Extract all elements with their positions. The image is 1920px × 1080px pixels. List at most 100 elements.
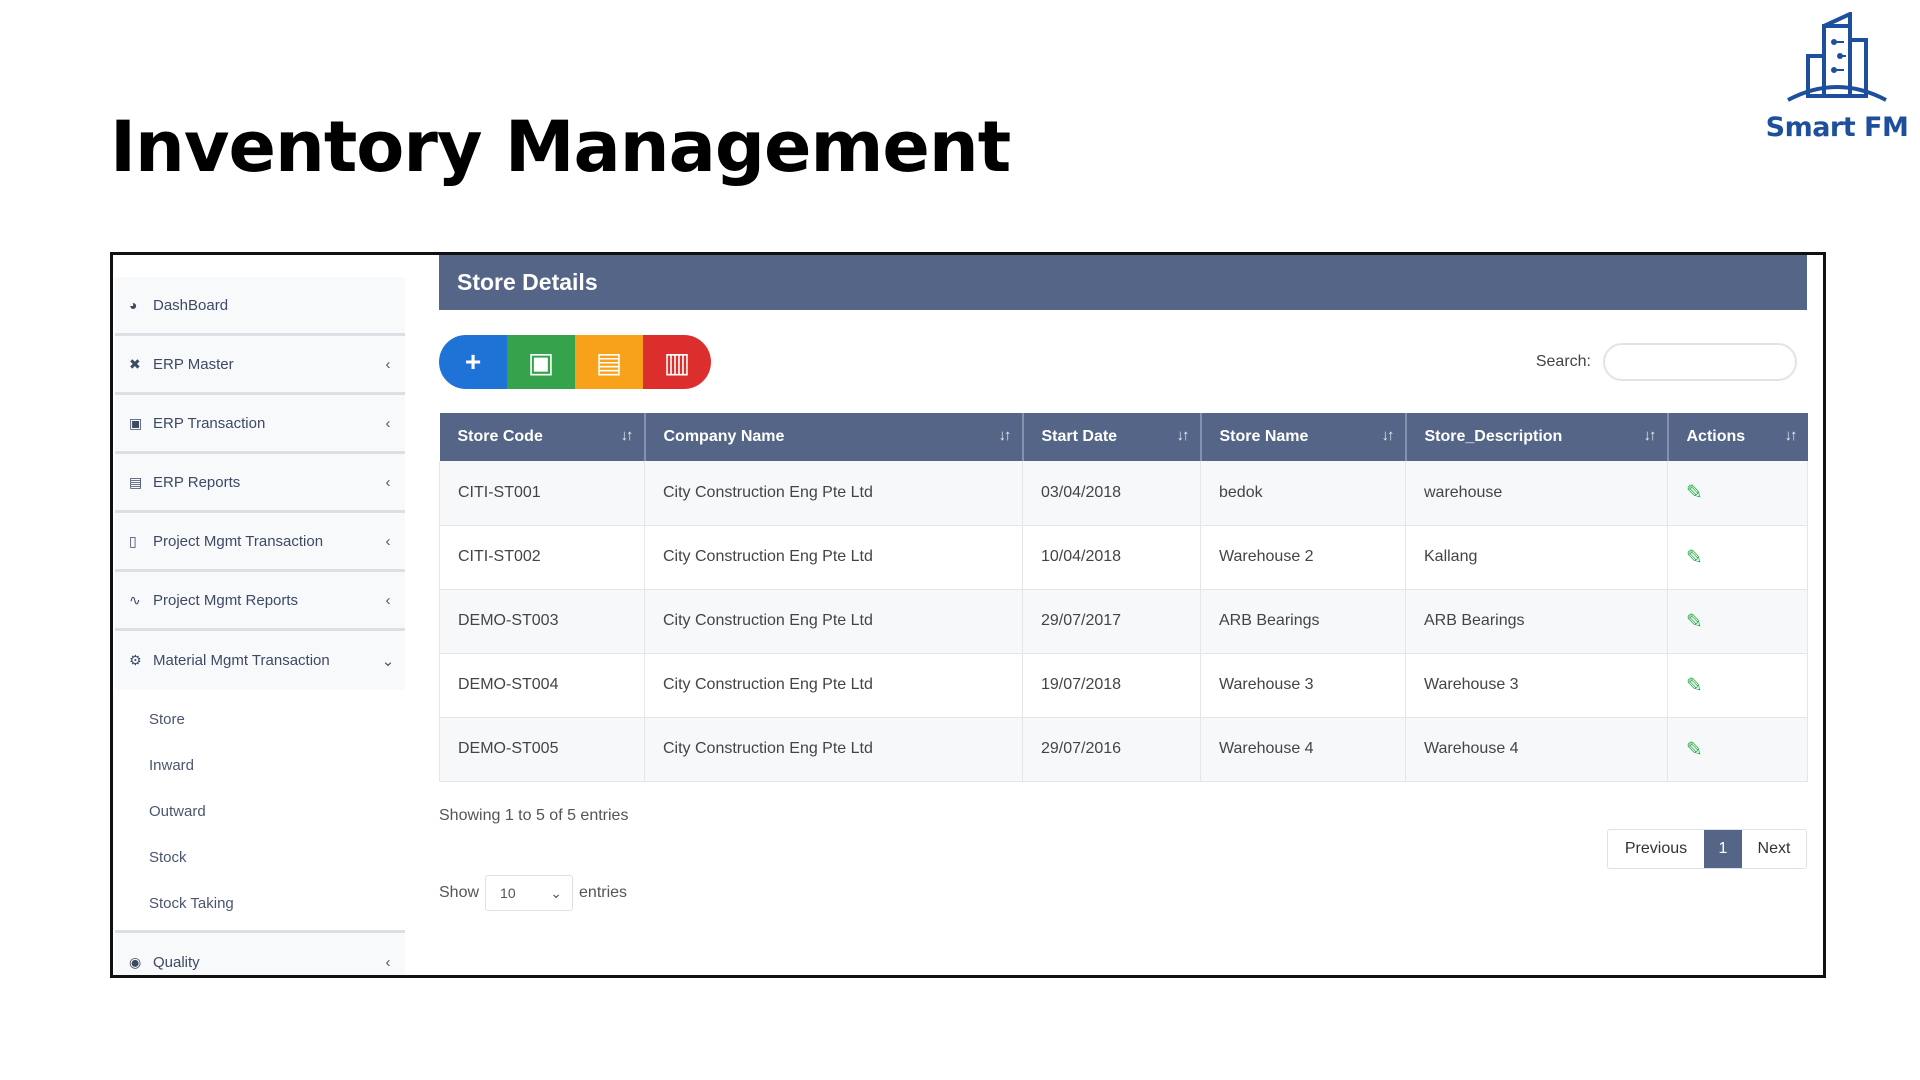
cell-store-code: CITI-ST002 bbox=[439, 525, 645, 590]
cell-company-name: City Construction Eng Pte Ltd bbox=[644, 717, 1023, 782]
edit-pencil-icon[interactable]: ✎ bbox=[1686, 611, 1703, 633]
gears-icon: ⚙ bbox=[129, 652, 142, 668]
excel-icon: ▣ bbox=[527, 346, 555, 378]
cell-start-date: 29/07/2017 bbox=[1022, 589, 1201, 654]
chevron-left-icon: ‹ bbox=[385, 414, 391, 432]
show-label: Show bbox=[439, 884, 480, 901]
edit-pencil-icon[interactable]: ✎ bbox=[1686, 739, 1703, 761]
sidebar-subitem-stock-taking[interactable]: Stock Taking bbox=[115, 880, 405, 926]
eye-icon: ◉ bbox=[129, 954, 142, 970]
cell-store-name: Warehouse 3 bbox=[1200, 653, 1406, 718]
cell-start-date: 29/07/2016 bbox=[1022, 717, 1201, 782]
column-header-store-name[interactable]: Store Name ↓↑ bbox=[1200, 413, 1407, 461]
column-label: Store_Description bbox=[1424, 428, 1563, 445]
cell-actions: ✎ bbox=[1667, 525, 1808, 590]
sort-icon: ↓↑ bbox=[1381, 427, 1395, 444]
cell-store-name: ARB Bearings bbox=[1200, 589, 1406, 654]
toolbar: + ▣ ▤ ▥ bbox=[439, 335, 711, 389]
column-label: Company Name bbox=[663, 428, 785, 445]
cell-start-date: 19/07/2018 bbox=[1022, 653, 1201, 718]
cell-store-name: Warehouse 4 bbox=[1200, 717, 1406, 782]
page-size-select[interactable]: 10 ⌄ bbox=[485, 875, 574, 911]
column-header-start-date[interactable]: Start Date ↓↑ bbox=[1022, 413, 1202, 461]
entries-label: entries bbox=[579, 884, 628, 901]
sidebar-subitem-store[interactable]: Store bbox=[115, 696, 405, 742]
sidebar-item-project-mgmt-transaction[interactable]: ▯ Project Mgmt Transaction ‹ bbox=[115, 513, 405, 572]
add-button[interactable]: + bbox=[439, 335, 507, 389]
chevron-left-icon: ‹ bbox=[385, 532, 391, 550]
sidebar-subitem-outward[interactable]: Outward bbox=[115, 788, 405, 834]
sidebar-subitem-inward[interactable]: Inward bbox=[115, 742, 405, 788]
pdf-icon: ▥ bbox=[663, 346, 691, 378]
sidebar-item-label: Project Mgmt Transaction bbox=[153, 532, 324, 550]
cell-store-name: Warehouse 2 bbox=[1200, 525, 1406, 590]
cross-icon: ✖ bbox=[129, 355, 141, 372]
column-label: Start Date bbox=[1041, 428, 1118, 445]
sidebar: ◕ DashBoard ✖ ERP Master ‹ ▣ ERP Transac… bbox=[115, 277, 405, 975]
column-label: Actions bbox=[1686, 428, 1746, 445]
cell-store-code: CITI-ST001 bbox=[439, 461, 645, 526]
panel-title: Store Details bbox=[439, 255, 1807, 310]
store-table: Store Code ↓↑ Company Name ↓↑ Start Date ↓↑… bbox=[439, 413, 1808, 782]
app-screenshot-frame: ◕ DashBoard ✖ ERP Master ‹ ▣ ERP Transac… bbox=[110, 252, 1826, 978]
table-info-text: Showing 1 to 5 of 5 entries bbox=[439, 807, 629, 824]
cell-start-date: 03/04/2018 bbox=[1022, 461, 1201, 526]
next-page-button[interactable]: Next bbox=[1742, 830, 1806, 868]
previous-page-button[interactable]: Previous bbox=[1608, 830, 1704, 868]
search-input[interactable] bbox=[1603, 343, 1797, 381]
page-size-value: 10 bbox=[500, 885, 516, 901]
column-header-company-name[interactable]: Company Name ↓↑ bbox=[644, 413, 1024, 461]
sidebar-item-label: Project Mgmt Reports bbox=[153, 591, 299, 609]
sidebar-item-project-mgmt-reports[interactable]: ∿ Project Mgmt Reports ‹ bbox=[115, 572, 405, 631]
slide-title: Inventory Management bbox=[110, 106, 1011, 188]
file-icon: ▤ bbox=[129, 473, 143, 490]
csv-icon: ▤ bbox=[595, 346, 623, 378]
sort-icon: ↓↑ bbox=[1784, 427, 1798, 444]
column-header-store-code[interactable]: Store Code ↓↑ bbox=[439, 413, 646, 461]
building-icon bbox=[1787, 12, 1887, 102]
edit-pencil-icon[interactable]: ✎ bbox=[1686, 482, 1703, 504]
sidebar-item-erp-transaction[interactable]: ▣ ERP Transaction ‹ bbox=[115, 395, 405, 454]
logo-text: Smart FM bbox=[1765, 112, 1909, 143]
box-icon: ▣ bbox=[129, 414, 143, 431]
cell-store-description: warehouse bbox=[1405, 461, 1668, 526]
cell-store-description: Kallang bbox=[1405, 525, 1668, 590]
cell-company-name: City Construction Eng Pte Ltd bbox=[644, 589, 1023, 654]
sidebar-item-label: Quality bbox=[153, 954, 200, 971]
export-csv-button[interactable]: ▤ bbox=[575, 335, 643, 389]
chart-icon: ∿ bbox=[129, 591, 141, 608]
cell-actions: ✎ bbox=[1667, 589, 1808, 654]
table-row: DEMO-ST004 City Construction Eng Pte Ltd… bbox=[439, 653, 1808, 718]
column-label: Store Code bbox=[457, 428, 543, 445]
column-header-actions[interactable]: Actions ↓↑ bbox=[1667, 413, 1808, 461]
sidebar-item-quality[interactable]: ◉ Quality ‹ bbox=[115, 933, 405, 975]
sidebar-item-label: DashBoard bbox=[153, 296, 229, 314]
search-label: Search: bbox=[1535, 353, 1591, 370]
cell-store-code: DEMO-ST003 bbox=[439, 589, 645, 654]
edit-pencil-icon[interactable]: ✎ bbox=[1686, 547, 1703, 569]
sidebar-item-label: ERP Transaction bbox=[153, 414, 266, 432]
column-header-store-description[interactable]: Store_Description ↓↑ bbox=[1405, 413, 1669, 461]
cell-actions: ✎ bbox=[1667, 461, 1808, 526]
sidebar-item-erp-reports[interactable]: ▤ ERP Reports ‹ bbox=[115, 454, 405, 513]
cell-company-name: City Construction Eng Pte Ltd bbox=[644, 525, 1023, 590]
sidebar-item-label: Material Mgmt Transaction bbox=[153, 652, 330, 669]
cell-company-name: City Construction Eng Pte Ltd bbox=[644, 461, 1023, 526]
page-1-button[interactable]: 1 bbox=[1704, 830, 1742, 868]
sidebar-item-label: ERP Reports bbox=[153, 473, 241, 491]
chevron-left-icon: ‹ bbox=[385, 954, 391, 971]
table-row: CITI-ST001 City Construction Eng Pte Ltd… bbox=[439, 461, 1808, 526]
export-pdf-button[interactable]: ▥ bbox=[643, 335, 711, 389]
table-row: CITI-ST002 City Construction Eng Pte Ltd… bbox=[439, 525, 1808, 590]
sort-icon: ↓↑ bbox=[1176, 427, 1190, 444]
sidebar-subitem-stock[interactable]: Stock bbox=[115, 834, 405, 880]
sidebar-item-dashboard[interactable]: ◕ DashBoard bbox=[115, 277, 405, 336]
chevron-down-icon: ⌄ bbox=[381, 652, 395, 670]
sidebar-item-material-mgmt-transaction[interactable]: ⚙ Material Mgmt Transaction ⌄ bbox=[115, 631, 405, 690]
export-excel-button[interactable]: ▣ bbox=[507, 335, 575, 389]
cell-store-code: DEMO-ST004 bbox=[439, 653, 645, 718]
cell-company-name: City Construction Eng Pte Ltd bbox=[644, 653, 1023, 718]
sidebar-item-erp-master[interactable]: ✖ ERP Master ‹ bbox=[115, 336, 405, 395]
edit-pencil-icon[interactable]: ✎ bbox=[1686, 675, 1703, 697]
dashboard-icon: ◕ bbox=[129, 297, 138, 313]
